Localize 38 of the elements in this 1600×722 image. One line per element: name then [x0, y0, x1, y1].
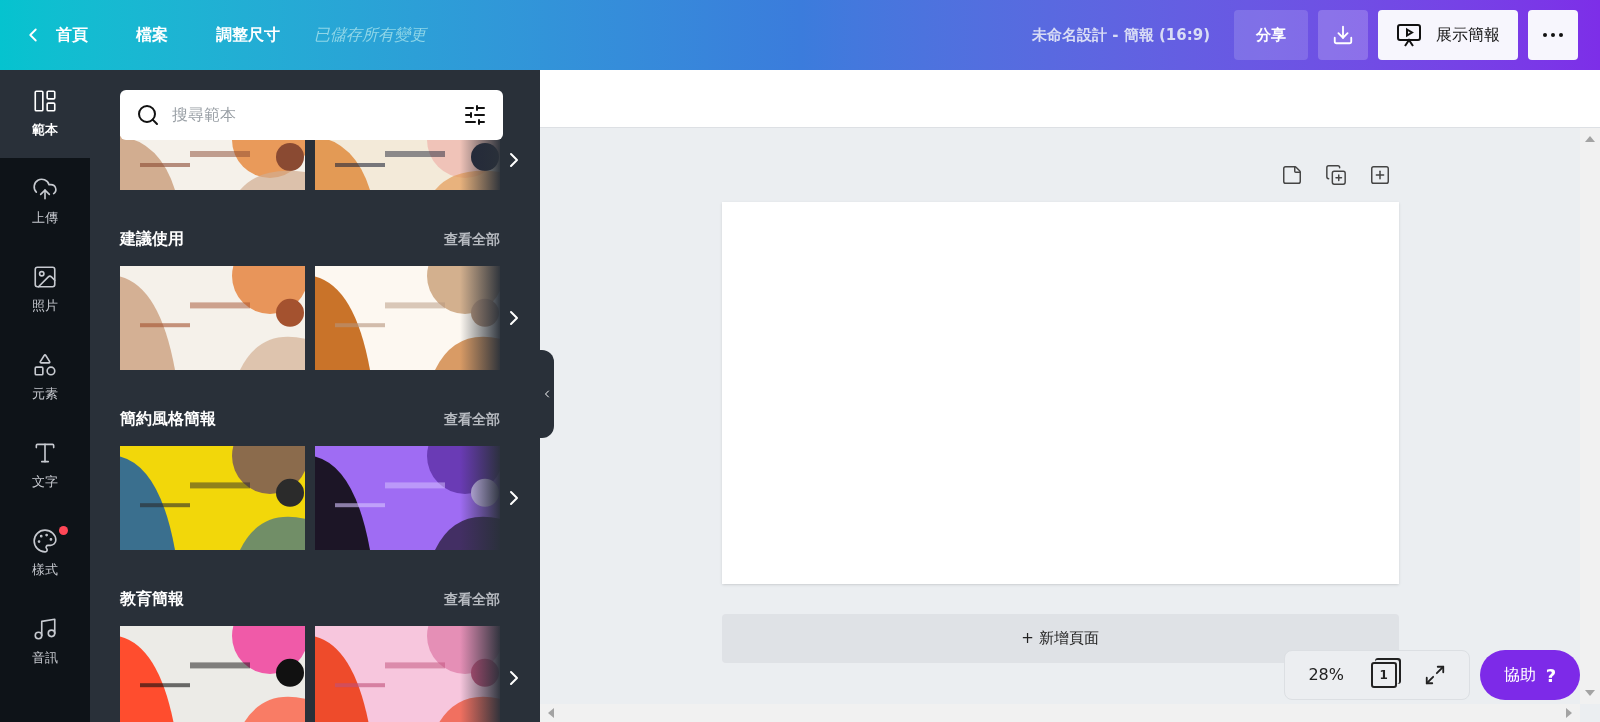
- help-button[interactable]: 協助 ?: [1480, 650, 1580, 700]
- design-title: 未命名設計 - 簡報 (16:9): [1032, 24, 1210, 46]
- music-note-icon: [32, 616, 58, 643]
- sidebar-item[interactable]: 照片: [0, 246, 90, 334]
- shapes-icon: [32, 352, 58, 379]
- palette-icon: [32, 528, 58, 555]
- section-title: 教育簡報: [120, 588, 184, 610]
- see-all-link[interactable]: 查看全部: [444, 228, 500, 250]
- sidebar-item[interactable]: 音訊: [0, 598, 90, 686]
- see-all-link[interactable]: 查看全部: [444, 588, 500, 610]
- fullscreen-icon[interactable]: [1423, 664, 1446, 686]
- sidebar-item[interactable]: 上傳: [0, 158, 90, 246]
- see-all-link[interactable]: 查看全部: [444, 408, 500, 430]
- duplicate-page-icon[interactable]: [1324, 164, 1347, 186]
- sidebar-item[interactable]: 元素: [0, 334, 90, 422]
- download-button[interactable]: [1318, 10, 1368, 60]
- collapse-panel-button[interactable]: [540, 350, 554, 438]
- section-title: 建議使用: [120, 228, 184, 250]
- layout-icon: [32, 88, 58, 115]
- search-bar[interactable]: 搜尋範本: [120, 90, 503, 140]
- more-icon: [1543, 33, 1563, 37]
- save-status: 已儲存所有變更: [314, 24, 426, 46]
- presentation-icon: [1396, 22, 1422, 48]
- section-title: 簡約風格簡報: [120, 408, 216, 430]
- search-icon: [136, 103, 160, 127]
- download-icon: [1332, 24, 1354, 46]
- filter-icon: [463, 103, 487, 127]
- sidebar-item[interactable]: 樣式: [0, 510, 90, 598]
- add-page-button[interactable]: + 新增頁面: [721, 614, 1399, 663]
- share-button[interactable]: 分享: [1234, 10, 1308, 60]
- sidebar-item[interactable]: 文字: [0, 422, 90, 510]
- present-button[interactable]: 展示簡報: [1378, 10, 1518, 60]
- search-input[interactable]: 搜尋範本: [172, 103, 451, 127]
- zoom-level[interactable]: 28%: [1308, 663, 1344, 687]
- image-icon: [32, 264, 58, 291]
- sidebar-item[interactable]: 範本: [0, 70, 90, 158]
- add-page-icon[interactable]: [1368, 164, 1391, 186]
- note-icon[interactable]: [1280, 164, 1303, 186]
